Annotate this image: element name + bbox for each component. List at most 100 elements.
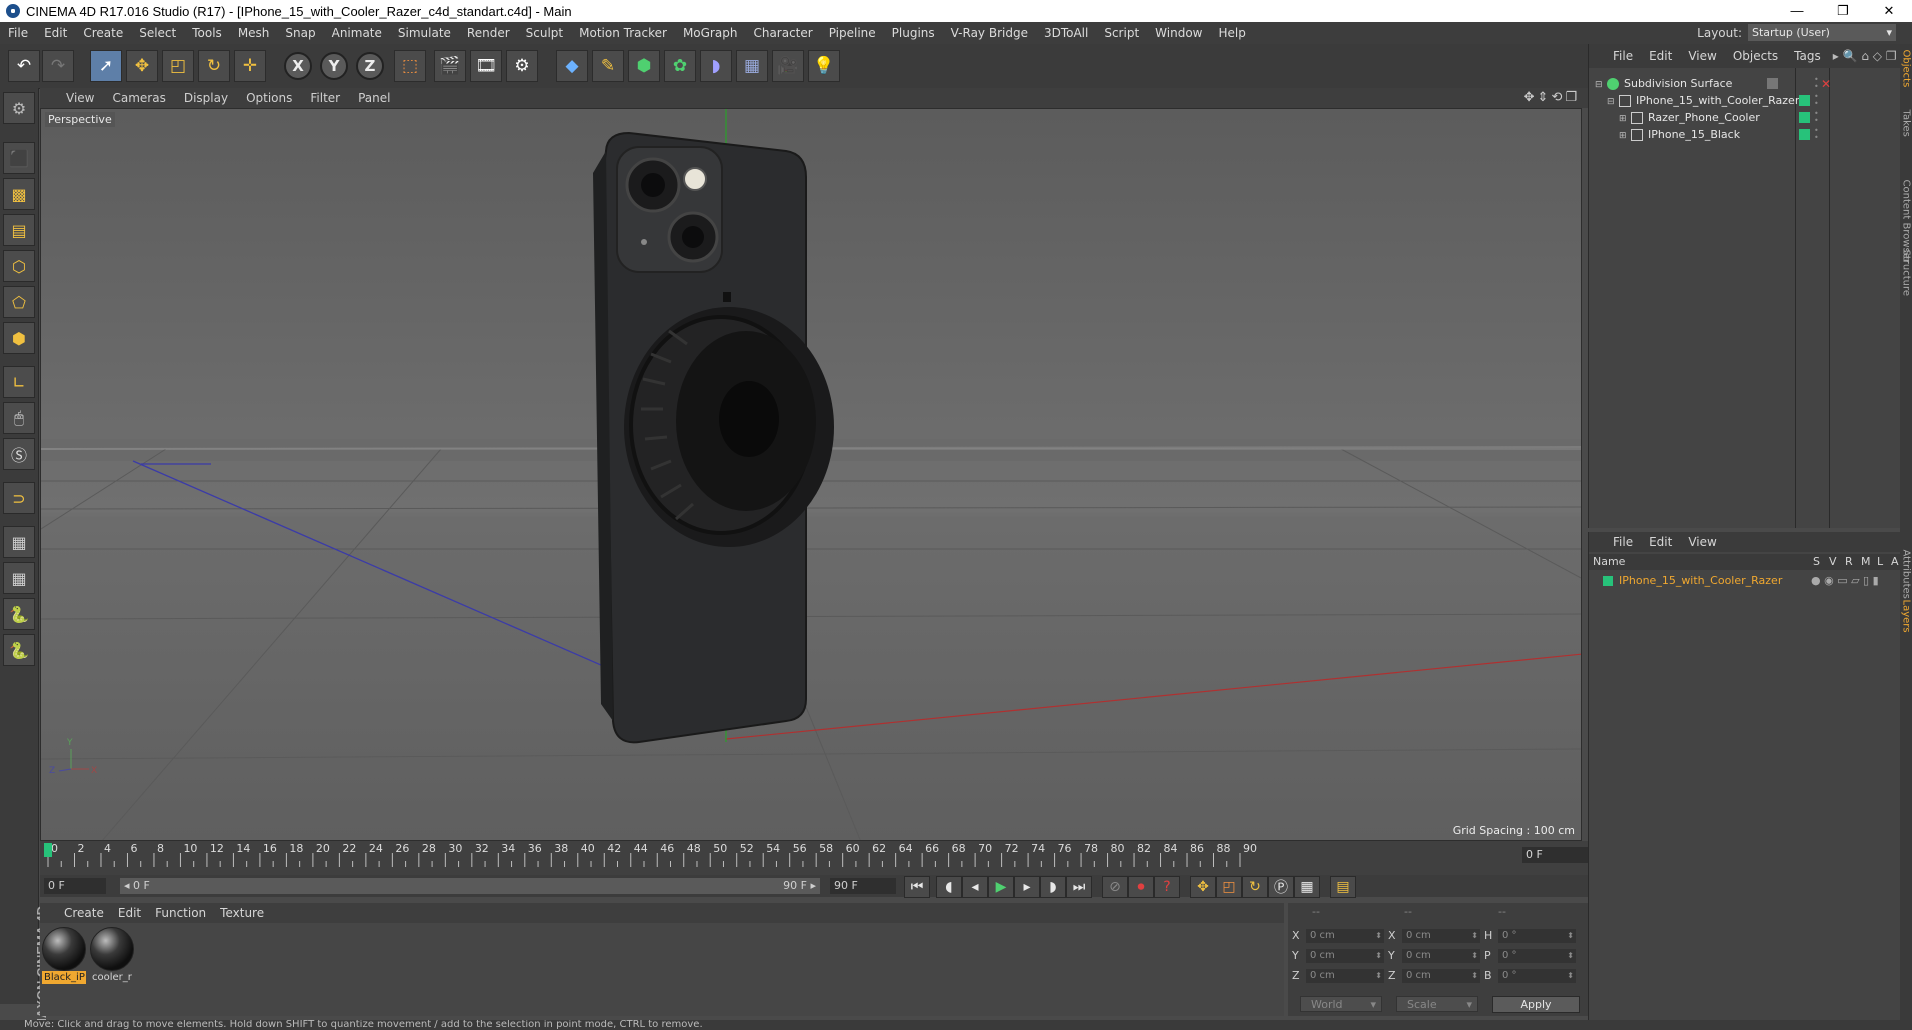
size-x-field[interactable]: 0 cm	[1402, 929, 1480, 943]
render-view-icon[interactable]: 🎬	[434, 50, 466, 82]
x-axis-lock-button[interactable]: X	[284, 52, 312, 80]
object-menu-view[interactable]: View	[1680, 49, 1724, 63]
play-forward-icon[interactable]: ▶	[988, 876, 1014, 898]
menu-plugins[interactable]: Plugins	[884, 26, 943, 40]
viewport-menu-cameras[interactable]: Cameras	[103, 91, 174, 105]
layer-color-swatch[interactable]	[1603, 576, 1613, 586]
tag-icon[interactable]	[1767, 78, 1778, 89]
playhead-marker[interactable]	[44, 843, 52, 857]
rotate-tool-icon[interactable]: ↻	[198, 50, 230, 82]
enable-axis-icon[interactable]: ∟	[3, 366, 35, 398]
record-keys-icon[interactable]: ⊘	[1102, 876, 1128, 898]
next-frame-icon[interactable]: ▸	[1014, 876, 1040, 898]
layer-toggle-icons[interactable]: ● ◉ ▭ ▱ ▯ ▮	[1811, 572, 1879, 590]
restore-button[interactable]: ❐	[1820, 0, 1866, 22]
menu-vray-bridge[interactable]: V-Ray Bridge	[943, 26, 1036, 40]
visibility-dots[interactable]: • •	[1814, 76, 1819, 91]
expand-icon[interactable]: ⊞	[1619, 126, 1629, 146]
rotation-p-field[interactable]: 0 °	[1498, 949, 1576, 963]
viewport-menu-filter[interactable]: Filter	[301, 91, 349, 105]
menu-edit[interactable]: Edit	[36, 26, 75, 40]
light-icon[interactable]: 💡	[808, 50, 840, 82]
cloner-icon[interactable]: ✿	[664, 50, 696, 82]
polygons-mode-icon[interactable]: ⬢	[3, 322, 35, 354]
viewport-menu-panel[interactable]: Panel	[349, 91, 399, 105]
pen-spline-icon[interactable]: ✎	[592, 50, 624, 82]
cube-primitive-icon[interactable]: ◆	[556, 50, 588, 82]
menu-file[interactable]: File	[0, 26, 36, 40]
layer-color-swatch[interactable]	[1799, 112, 1810, 123]
object-menu-file[interactable]: File	[1589, 49, 1641, 63]
keyframe-selection-icon[interactable]: ?	[1154, 876, 1180, 898]
z-axis-lock-button[interactable]: Z	[356, 52, 384, 80]
y-axis-lock-button[interactable]: Y	[320, 52, 348, 80]
tab-attributes[interactable]: Attributes	[1901, 550, 1912, 599]
material-swatch[interactable]: Black_iP	[42, 927, 86, 985]
tab-objects[interactable]: Objects	[1901, 50, 1912, 90]
edges-mode-icon[interactable]: ⬠	[3, 286, 35, 318]
end-frame-field[interactable]: 90 F	[830, 878, 896, 894]
layer-color-swatch[interactable]	[1799, 95, 1810, 106]
menu-sculpt[interactable]: Sculpt	[518, 26, 571, 40]
texture-mode-icon[interactable]: ▩	[3, 178, 35, 210]
render-picture-viewer-icon[interactable]: 🎞	[470, 50, 502, 82]
planar-workplane-icon[interactable]: ▦	[3, 562, 35, 594]
menu-mesh[interactable]: Mesh	[230, 26, 278, 40]
layer-menu-view[interactable]: View	[1680, 535, 1724, 549]
previous-frame-icon[interactable]: ◂	[962, 876, 988, 898]
layout-dropdown[interactable]: Startup (User)	[1748, 24, 1896, 41]
key-point-level-icon[interactable]: ▦	[1294, 876, 1320, 898]
coordinate-system-icon[interactable]: ⬚	[394, 50, 426, 82]
size-z-field[interactable]: 0 cm	[1402, 969, 1480, 983]
undo-icon[interactable]: ↶	[8, 50, 40, 82]
menu-animate[interactable]: Animate	[324, 26, 390, 40]
key-rotation-icon[interactable]: ↻	[1242, 876, 1268, 898]
start-frame-field[interactable]: 0 F	[44, 878, 106, 894]
position-x-field[interactable]: 0 cm	[1306, 929, 1384, 943]
preview-range-slider[interactable]: ◂ 0 F 90 F ▸	[120, 878, 820, 894]
workplane-lock-icon[interactable]: ▦	[3, 526, 35, 558]
object-menu-toolbar-icons[interactable]: ▸ 🔍 ⌂ ◇ ❐	[1833, 49, 1897, 63]
visibility-dots[interactable]: • •	[1814, 110, 1819, 125]
menu-snap[interactable]: Snap	[277, 26, 323, 40]
model-mode-icon[interactable]: ⬛	[3, 142, 35, 174]
make-editable-icon[interactable]: ⚙	[3, 92, 35, 124]
position-z-field[interactable]: 0 cm	[1306, 969, 1384, 983]
object-row[interactable]: ⊞ IPhone_15_Black • •	[1589, 125, 1912, 145]
coordinate-space-dropdown[interactable]: World	[1300, 996, 1382, 1013]
menu-motion-tracker[interactable]: Motion Tracker	[571, 26, 675, 40]
key-position-icon[interactable]: ✥	[1190, 876, 1216, 898]
menu-3dtoall[interactable]: 3DToAll	[1036, 26, 1096, 40]
timeline-window-icon[interactable]: ▤	[1330, 876, 1356, 898]
floor-icon[interactable]: ▦	[736, 50, 768, 82]
current-frame-field[interactable]: 0 F	[1522, 847, 1588, 863]
size-mode-dropdown[interactable]: Scale	[1396, 996, 1478, 1013]
next-key-icon[interactable]: ◗	[1040, 876, 1066, 898]
workplane-mode-icon[interactable]: ▤	[3, 214, 35, 246]
deformer-icon[interactable]: ◗	[700, 50, 732, 82]
viewport-menu-display[interactable]: Display	[175, 91, 237, 105]
snap-icon[interactable]: Ⓢ	[3, 438, 35, 470]
material-menu-function[interactable]: Function	[148, 906, 213, 920]
python-script-2-icon[interactable]: 🐍	[3, 634, 35, 666]
minimize-button[interactable]: —	[1774, 0, 1820, 22]
points-mode-icon[interactable]: ⬡	[3, 250, 35, 282]
key-parameter-icon[interactable]: Ⓟ	[1268, 876, 1294, 898]
move-tool-icon[interactable]: ✥	[126, 50, 158, 82]
menu-simulate[interactable]: Simulate	[390, 26, 459, 40]
rotation-h-field[interactable]: 0 °	[1498, 929, 1576, 943]
menu-select[interactable]: Select	[131, 26, 184, 40]
key-scale-icon[interactable]: ◰	[1216, 876, 1242, 898]
menu-tools[interactable]: Tools	[184, 26, 230, 40]
autokeying-icon[interactable]: ⏺	[1128, 876, 1154, 898]
material-menu-edit[interactable]: Edit	[111, 906, 148, 920]
layer-color-swatch[interactable]	[1799, 129, 1810, 140]
timeline-ruler[interactable]: 0 2 4 6 8 10 12 14 16 18 20 22 24 26 28 30 32 34 36 38 40 42 4…	[40, 841, 1588, 875]
tab-layers[interactable]: Layers	[1901, 600, 1912, 640]
tab-takes[interactable]: Takes	[1901, 110, 1912, 150]
magnet-icon[interactable]: ⊃	[3, 482, 35, 514]
menu-mograph[interactable]: MoGraph	[675, 26, 746, 40]
tab-structure[interactable]: Structure	[1901, 250, 1912, 297]
recent-tools-icon[interactable]: ✛	[234, 50, 266, 82]
menu-help[interactable]: Help	[1210, 26, 1253, 40]
